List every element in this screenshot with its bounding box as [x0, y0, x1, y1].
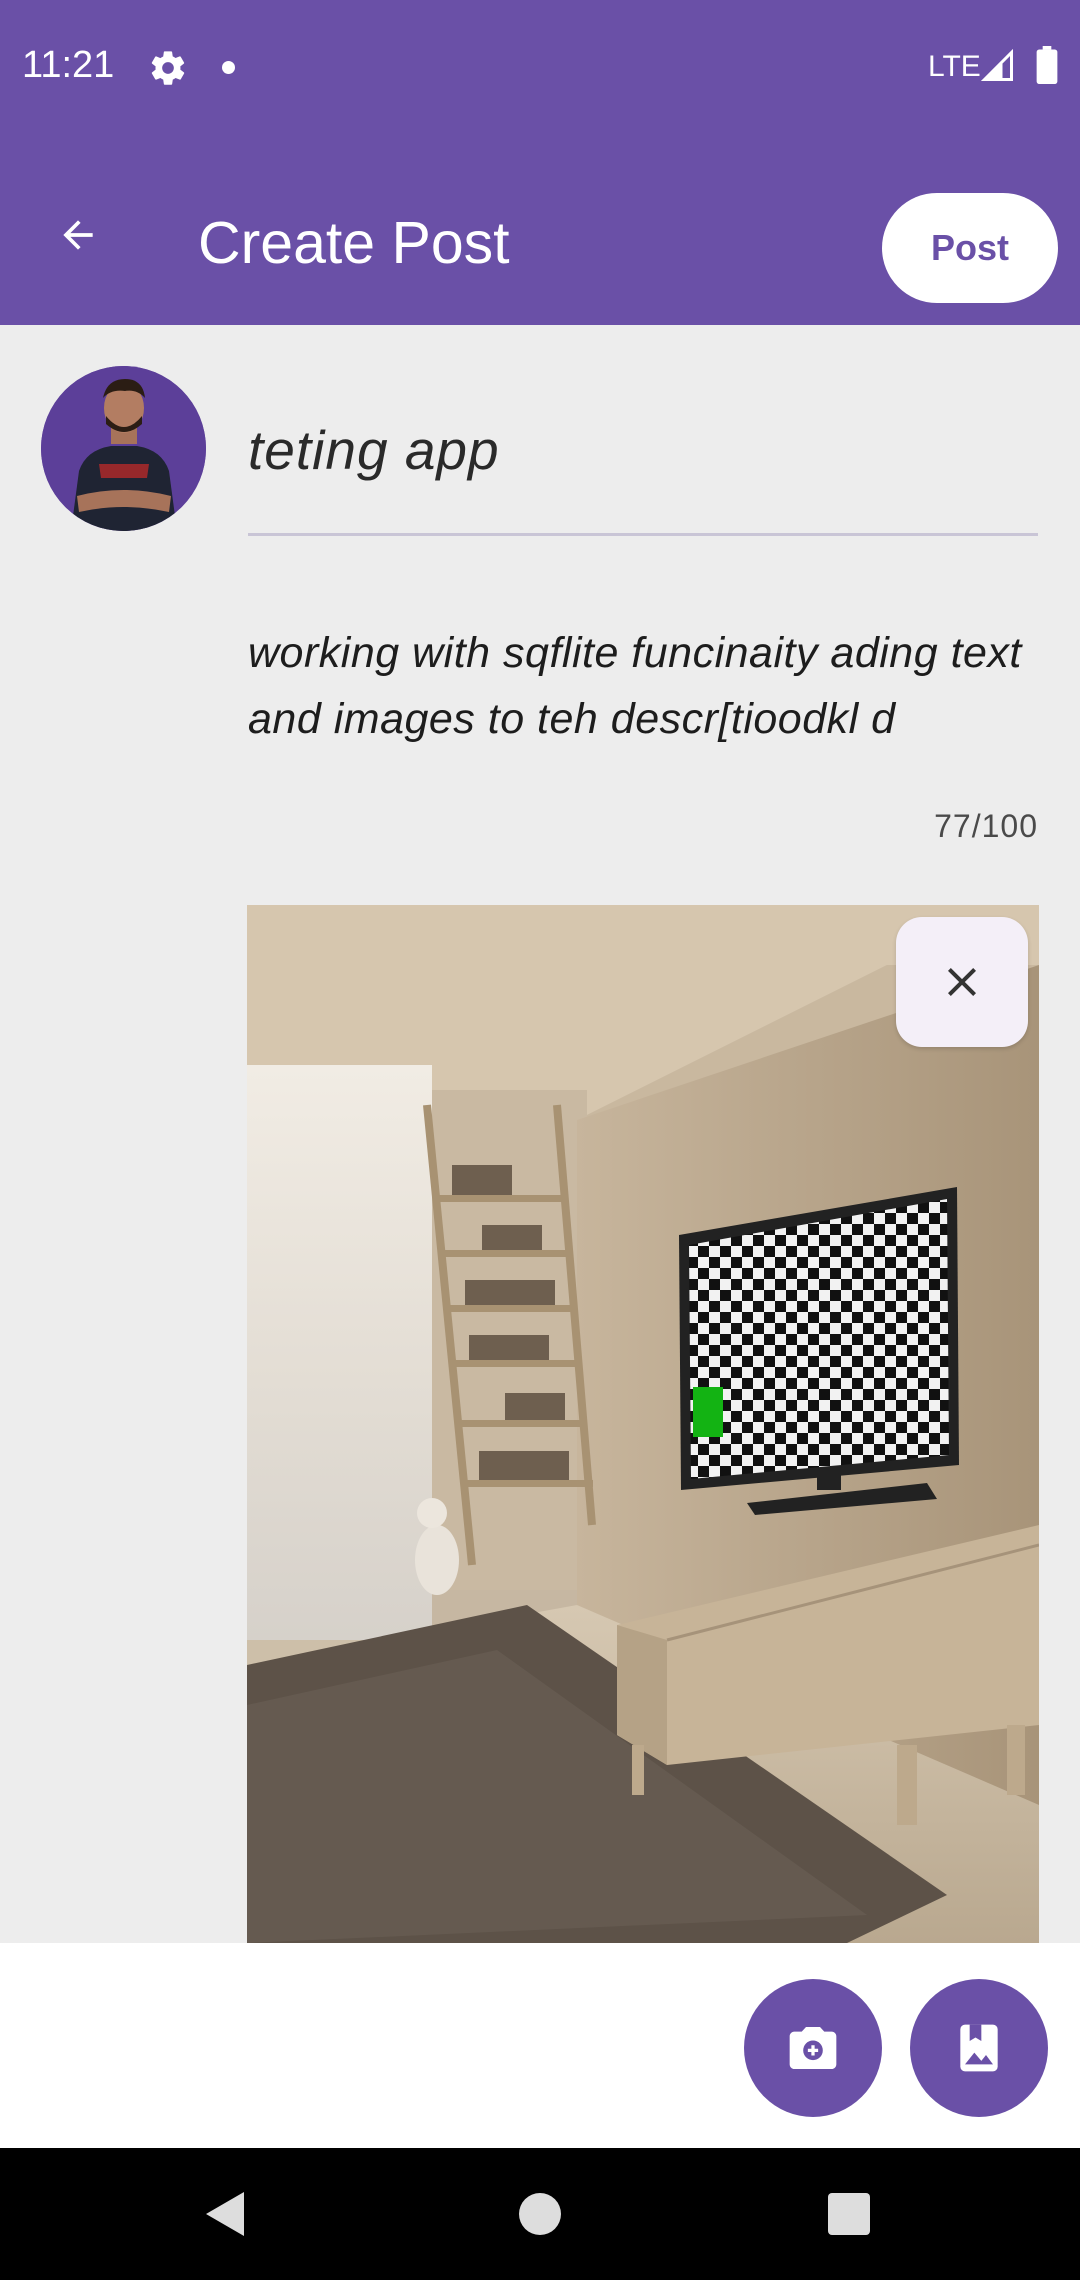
- back-button[interactable]: [40, 205, 116, 265]
- status-bar: 11:21 LTE: [0, 0, 1080, 135]
- app-bar: Create Post Post: [0, 135, 1080, 325]
- gear-icon: [151, 51, 185, 85]
- signal-icon: [980, 48, 1013, 81]
- gallery-button[interactable]: [910, 1979, 1048, 2117]
- notification-dot-icon: [222, 61, 235, 74]
- camera-icon: [789, 2027, 837, 2069]
- battery-icon: [1036, 46, 1058, 84]
- camera-button[interactable]: [744, 1979, 882, 2117]
- close-icon: [948, 968, 976, 996]
- attached-image: [247, 905, 1039, 1943]
- post-title-input[interactable]: teting app: [248, 400, 1038, 536]
- room-photo: [247, 905, 1039, 1943]
- character-counter: 77/100: [934, 808, 1038, 844]
- user-photo: [41, 366, 206, 531]
- arrow-left-icon: [63, 220, 93, 250]
- avatar: [41, 366, 206, 531]
- remove-image-button[interactable]: [896, 917, 1028, 1047]
- nav-recents-icon[interactable]: [828, 2193, 870, 2235]
- gallery-icon: [960, 2024, 998, 2072]
- network-type: LTE: [928, 50, 981, 83]
- nav-home-icon[interactable]: [519, 2193, 561, 2235]
- post-button[interactable]: Post: [882, 193, 1058, 303]
- system-nav-bar: [0, 2148, 1080, 2280]
- post-description-input[interactable]: working with sqflite funcinaity ading te…: [248, 620, 1048, 752]
- nav-back-icon[interactable]: [202, 2190, 248, 2238]
- status-time: 11:21: [22, 44, 115, 86]
- page-title: Create Post: [198, 210, 510, 276]
